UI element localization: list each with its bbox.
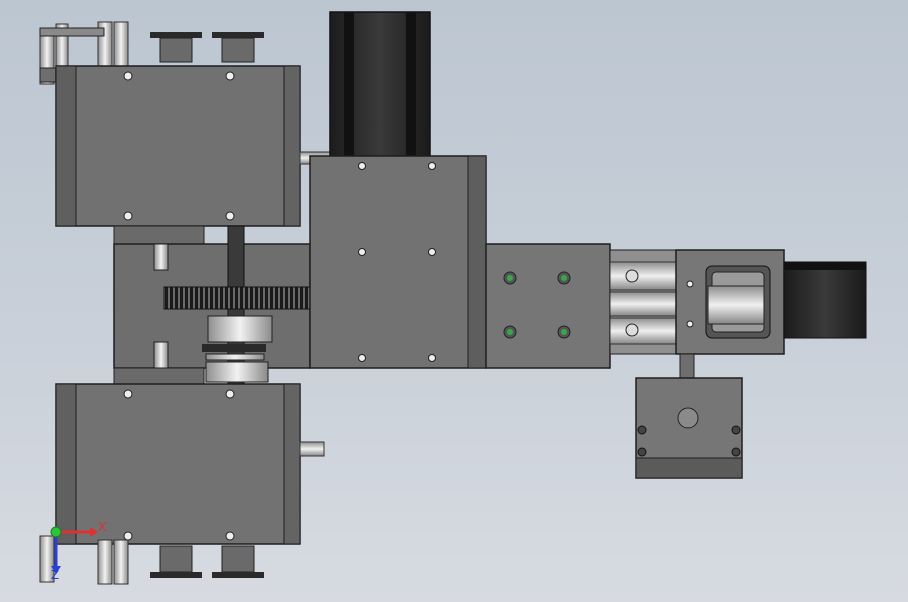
stepper-motor-right[interactable] <box>783 261 867 339</box>
graphics-viewport[interactable]: X Z <box>0 0 908 602</box>
lower-gearbox-housing[interactable] <box>55 383 325 545</box>
limit-sensor-bracket[interactable] <box>635 353 743 479</box>
y-axis-dot <box>50 526 62 538</box>
slide-mount-block[interactable] <box>485 243 611 369</box>
cad-model-top-view[interactable] <box>0 0 908 602</box>
stepper-motor-top[interactable] <box>299 11 431 165</box>
triad-z-label: Z <box>51 568 60 582</box>
motor-mount-plate[interactable] <box>309 155 487 369</box>
top-flange-bearings[interactable] <box>150 32 264 63</box>
linear-slide-module[interactable] <box>609 249 785 355</box>
triad-x-label: X <box>98 520 107 534</box>
spur-gear[interactable] <box>163 286 311 310</box>
flexible-coupling[interactable] <box>202 315 273 383</box>
upper-gearbox-housing[interactable] <box>55 65 301 227</box>
